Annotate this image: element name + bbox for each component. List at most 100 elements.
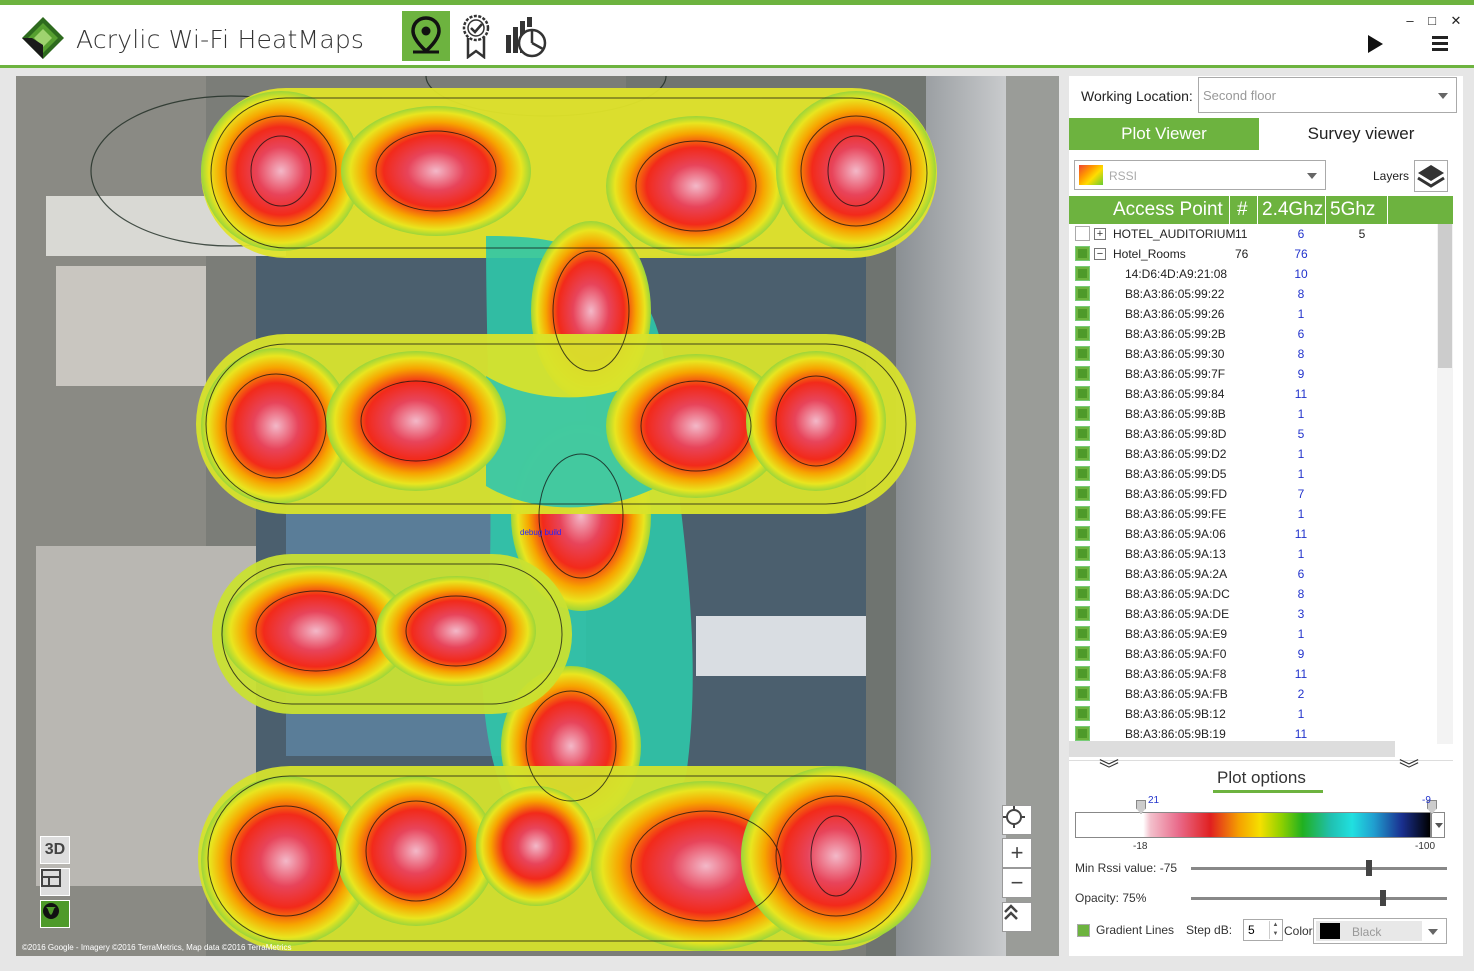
row-checkbox[interactable]	[1075, 386, 1090, 401]
table-row[interactable]: B8:A3:86:05:99:8D 5	[1069, 424, 1437, 444]
table-row[interactable]: B8:A3:86:05:9A:F0 9	[1069, 644, 1437, 664]
table-row[interactable]: B8:A3:86:05:9A:DC 8	[1069, 584, 1437, 604]
ap-table-body: + HOTEL_AUDITORIUM 11 6 5− Hotel_Rooms 76 76 14:…	[1069, 224, 1437, 744]
row-checkbox[interactable]	[1075, 266, 1090, 281]
col-24ghz[interactable]: 2.4Ghz	[1262, 199, 1323, 221]
ap-table-scrollbar-thumb[interactable]	[1438, 224, 1452, 368]
row-checkbox[interactable]	[1075, 326, 1090, 341]
double-chevron-up-icon	[1004, 904, 1018, 920]
mode-report-button[interactable]	[502, 11, 550, 61]
col-5ghz[interactable]: 5Ghz	[1330, 199, 1375, 221]
row-24ghz: 8	[1297, 587, 1305, 601]
row-24ghz: 1	[1297, 627, 1305, 641]
row-checkbox[interactable]	[1075, 466, 1090, 481]
table-row[interactable]: 14:D6:4D:A9:21:08 10	[1069, 264, 1437, 284]
row-checkbox[interactable]	[1075, 346, 1090, 361]
row-checkbox[interactable]	[1075, 506, 1090, 521]
row-checkbox[interactable]	[1075, 546, 1090, 561]
row-checkbox[interactable]	[1075, 646, 1090, 661]
table-row[interactable]: B8:A3:86:05:99:D2 1	[1069, 444, 1437, 464]
row-checkbox[interactable]	[1075, 246, 1090, 261]
table-row[interactable]: B8:A3:86:05:9A:06 11	[1069, 524, 1437, 544]
table-row[interactable]: B8:A3:86:05:99:7F 9	[1069, 364, 1437, 384]
table-row[interactable]: B8:A3:86:05:9B:12 1	[1069, 704, 1437, 724]
view-3d-button[interactable]: 3D	[40, 836, 70, 864]
mode-plot-button[interactable]	[402, 11, 450, 61]
table-row[interactable]: B8:A3:86:05:99:30 8	[1069, 344, 1437, 364]
working-location-select[interactable]: Second floor	[1198, 77, 1457, 113]
close-button[interactable]: ✕	[1446, 13, 1466, 29]
opacity-slider[interactable]	[1191, 897, 1447, 900]
row-checkbox[interactable]	[1075, 726, 1090, 741]
row-checkbox[interactable]	[1075, 606, 1090, 621]
tilt-up-button[interactable]	[1002, 902, 1032, 932]
row-checkbox[interactable]	[1075, 406, 1090, 421]
step-spinner[interactable]: ▲ ▼	[1269, 921, 1281, 939]
zoom-in-button[interactable]: +	[1002, 838, 1032, 868]
minimize-button[interactable]: –	[1400, 13, 1420, 28]
step-db-input[interactable]: 5 ▲ ▼	[1243, 919, 1283, 941]
maximize-button[interactable]: □	[1422, 13, 1442, 28]
map-copyright: ©2016 Google - Imagery ©2016 TerraMetric…	[22, 943, 292, 952]
menu-icon[interactable]	[1432, 36, 1448, 54]
heatmap-canvas	[16, 76, 1059, 956]
play-icon[interactable]	[1368, 35, 1383, 53]
table-row[interactable]: B8:A3:86:05:99:26 1	[1069, 304, 1437, 324]
table-row[interactable]: B8:A3:86:05:99:2B 6	[1069, 324, 1437, 344]
table-row[interactable]: B8:A3:86:05:9A:13 1	[1069, 544, 1437, 564]
gradient-lines-checkbox[interactable]	[1077, 924, 1090, 937]
metric-select[interactable]: RSSI	[1074, 160, 1326, 190]
table-row[interactable]: − Hotel_Rooms 76 76	[1069, 244, 1437, 264]
row-checkbox[interactable]	[1075, 626, 1090, 641]
min-rssi-slider-thumb[interactable]	[1365, 860, 1372, 876]
table-row[interactable]: B8:A3:86:05:9A:F8 11	[1069, 664, 1437, 684]
heatmap-view[interactable]: debug build 3D + − ©2016 Google - Imager…	[16, 76, 1059, 956]
row-checkbox[interactable]	[1075, 486, 1090, 501]
row-checkbox[interactable]	[1075, 306, 1090, 321]
row-checkbox[interactable]	[1075, 526, 1090, 541]
row-checkbox[interactable]	[1075, 286, 1090, 301]
expand-icon[interactable]: +	[1094, 228, 1106, 240]
locate-button[interactable]	[1002, 805, 1032, 835]
row-checkbox[interactable]	[1075, 586, 1090, 601]
table-row[interactable]: B8:A3:86:05:99:8B 1	[1069, 404, 1437, 424]
layers-button[interactable]	[1414, 160, 1448, 192]
opacity-slider-thumb[interactable]	[1380, 890, 1386, 906]
chevron-down-icon	[1428, 929, 1438, 935]
table-row[interactable]: B8:A3:86:05:99:FE 1	[1069, 504, 1437, 524]
table-row[interactable]: B8:A3:86:05:99:22 8	[1069, 284, 1437, 304]
tab-plot-viewer[interactable]: Plot Viewer	[1069, 118, 1259, 150]
row-checkbox[interactable]	[1075, 666, 1090, 681]
table-row[interactable]: B8:A3:86:05:99:FD 7	[1069, 484, 1437, 504]
row-checkbox[interactable]	[1075, 226, 1090, 241]
row-checkbox[interactable]	[1075, 426, 1090, 441]
table-row[interactable]: B8:A3:86:05:99:D5 1	[1069, 464, 1437, 484]
collapse-left-icon[interactable]: ︾	[1099, 760, 1119, 780]
floorplan-view-button[interactable]	[40, 868, 70, 896]
row-checkbox[interactable]	[1075, 686, 1090, 701]
row-checkbox[interactable]	[1075, 446, 1090, 461]
plot-options-header[interactable]: ︾ Plot options ︾	[1069, 760, 1453, 793]
table-row[interactable]: B8:A3:86:05:9A:DE 3	[1069, 604, 1437, 624]
collapse-icon[interactable]: −	[1094, 248, 1106, 260]
row-checkbox[interactable]	[1075, 366, 1090, 381]
row-checkbox[interactable]	[1075, 566, 1090, 581]
collapse-right-icon[interactable]: ︾	[1399, 760, 1419, 780]
ap-table-hscrollbar[interactable]	[1069, 741, 1395, 757]
table-row[interactable]: B8:A3:86:05:9A:2A 6	[1069, 564, 1437, 584]
tab-survey-viewer[interactable]: Survey viewer	[1259, 118, 1463, 150]
zoom-out-button[interactable]: −	[1002, 868, 1032, 898]
row-checkbox[interactable]	[1075, 706, 1090, 721]
row-24ghz: 9	[1297, 367, 1305, 381]
col-access-point[interactable]: Access Point	[1113, 199, 1223, 221]
table-row[interactable]: + HOTEL_AUDITORIUM 11 6 5	[1069, 224, 1437, 244]
min-rssi-slider[interactable]	[1191, 867, 1447, 870]
satellite-view-button[interactable]	[40, 900, 70, 928]
mode-survey-button[interactable]	[452, 11, 500, 61]
gradient-dropdown[interactable]	[1431, 812, 1445, 838]
table-row[interactable]: B8:A3:86:05:9A:FB 2	[1069, 684, 1437, 704]
table-row[interactable]: B8:A3:86:05:99:84 11	[1069, 384, 1437, 404]
table-row[interactable]: B8:A3:86:05:9A:E9 1	[1069, 624, 1437, 644]
line-color-select[interactable]: Black	[1313, 918, 1447, 944]
col-count[interactable]: #	[1237, 199, 1248, 221]
